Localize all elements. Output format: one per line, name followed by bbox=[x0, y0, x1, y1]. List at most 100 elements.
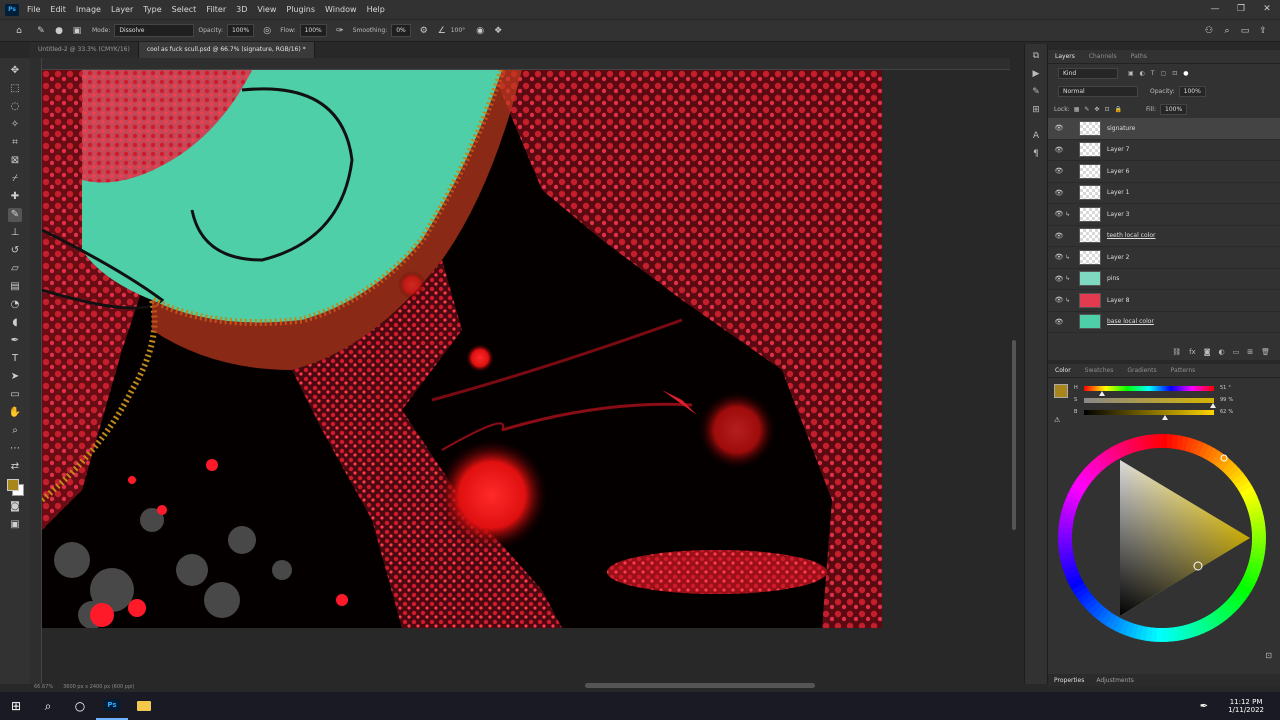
layer-row[interactable]: 👁 Layer 7 bbox=[1048, 140, 1280, 161]
brightness-slider[interactable] bbox=[1084, 409, 1214, 420]
crop-tool-icon[interactable]: ⌗ bbox=[8, 136, 22, 150]
layer-name[interactable]: Layer 8 bbox=[1107, 297, 1129, 304]
clone-source-icon[interactable]: ⊞ bbox=[1030, 104, 1042, 116]
menu-type[interactable]: Type bbox=[143, 5, 161, 14]
eye-icon[interactable]: 👁 bbox=[1053, 232, 1065, 240]
saturation-slider[interactable] bbox=[1084, 397, 1216, 408]
quick-select-tool-icon[interactable]: ✧ bbox=[8, 118, 22, 132]
frame-tool-icon[interactable]: ⊠ bbox=[8, 154, 22, 168]
tab-swatches[interactable]: Swatches bbox=[1078, 367, 1121, 374]
tab-properties[interactable]: Properties bbox=[1048, 677, 1090, 684]
healing-tool-icon[interactable]: ✚ bbox=[8, 190, 22, 204]
eye-icon[interactable]: 👁 bbox=[1053, 253, 1065, 261]
link-layers-icon[interactable]: ⛓ bbox=[1172, 348, 1181, 356]
trash-icon[interactable]: 🗑 bbox=[1261, 348, 1270, 356]
move-tool-icon[interactable]: ✥ bbox=[8, 64, 22, 78]
layer-row[interactable]: 👁 signature bbox=[1048, 118, 1280, 140]
close-icon[interactable]: ✕ bbox=[1254, 0, 1280, 19]
brush-preset-icon[interactable]: ● bbox=[54, 26, 64, 36]
menu-window[interactable]: Window bbox=[325, 5, 357, 14]
shape-tool-icon[interactable]: ▭ bbox=[8, 388, 22, 402]
pen-tool-icon[interactable]: ✒ bbox=[8, 334, 22, 348]
lock-artboard-icon[interactable]: ⊡ bbox=[1104, 106, 1109, 113]
filter-type-icon[interactable]: T bbox=[1151, 70, 1155, 77]
gradient-tool-icon[interactable]: ▤ bbox=[8, 280, 22, 294]
layer-name[interactable]: signature bbox=[1107, 125, 1135, 132]
stamp-tool-icon[interactable]: ⊥ bbox=[8, 226, 22, 240]
menu-filter[interactable]: Filter bbox=[206, 5, 226, 14]
expand-icon[interactable]: ⊡ bbox=[1265, 651, 1272, 660]
color-swatches[interactable] bbox=[6, 478, 24, 496]
blur-tool-icon[interactable]: ◔ bbox=[8, 298, 22, 312]
layer-name[interactable]: teeth local color bbox=[1107, 232, 1155, 239]
search-icon[interactable]: ⌕ bbox=[1222, 26, 1232, 36]
quick-mask-icon[interactable]: ◙ bbox=[8, 500, 22, 514]
filter-pixel-icon[interactable]: ▣ bbox=[1128, 70, 1134, 77]
menu-file[interactable]: File bbox=[27, 5, 40, 14]
zoom-tool-icon[interactable]: ⌕ bbox=[8, 424, 22, 438]
eye-icon[interactable]: 👁 bbox=[1053, 189, 1065, 197]
mask-icon[interactable]: ◙ bbox=[1204, 348, 1211, 356]
adjustment-layer-icon[interactable]: ◐ bbox=[1219, 348, 1225, 356]
home-icon[interactable]: ⌂ bbox=[14, 26, 24, 36]
blend-mode-select[interactable]: Normal bbox=[1058, 85, 1138, 97]
eye-icon[interactable]: 👁 bbox=[1053, 210, 1065, 218]
pen-tray-icon[interactable]: ✒ bbox=[1188, 692, 1220, 720]
menu-help[interactable]: Help bbox=[367, 5, 385, 14]
workspace-icon[interactable]: ▭ bbox=[1240, 26, 1250, 36]
layer-name[interactable]: pins bbox=[1107, 275, 1119, 282]
layer-row[interactable]: 👁 ↳ Layer 2 bbox=[1048, 247, 1280, 269]
more-tools-icon[interactable]: ⋯ bbox=[8, 442, 22, 456]
path-select-tool-icon[interactable]: ➤ bbox=[8, 370, 22, 384]
paragraph-icon[interactable]: ¶ bbox=[1030, 148, 1042, 160]
filter-toggle-icon[interactable]: ● bbox=[1183, 70, 1188, 77]
tab-patterns[interactable]: Patterns bbox=[1164, 367, 1203, 374]
slider-value[interactable]: 99 bbox=[1220, 397, 1226, 403]
eye-icon[interactable]: 👁 bbox=[1053, 318, 1065, 326]
share-upload-icon[interactable]: ⇪ bbox=[1258, 26, 1268, 36]
minimize-icon[interactable]: — bbox=[1202, 0, 1228, 19]
artwork-canvas[interactable] bbox=[42, 70, 882, 628]
swap-colors-icon[interactable]: ⇄ bbox=[8, 460, 22, 474]
task-view-icon[interactable]: ○ bbox=[64, 692, 96, 720]
layer-name[interactable]: Layer 1 bbox=[1107, 189, 1129, 196]
screen-mode-icon[interactable]: ▣ bbox=[8, 518, 22, 532]
brush-settings-icon[interactable]: ▣ bbox=[72, 26, 82, 36]
system-clock[interactable]: 11:12 PM 1/11/2022 bbox=[1228, 692, 1264, 720]
menu-plugins[interactable]: Plugins bbox=[286, 5, 315, 14]
flow-input[interactable]: 100% bbox=[299, 24, 327, 37]
filter-adjustment-icon[interactable]: ◐ bbox=[1140, 70, 1145, 77]
marquee-tool-icon[interactable]: ⬚ bbox=[8, 82, 22, 96]
dodge-tool-icon[interactable]: ◖ bbox=[8, 316, 22, 330]
eraser-tool-icon[interactable]: ▱ bbox=[8, 262, 22, 276]
layer-row[interactable]: 👁 Layer 1 bbox=[1048, 183, 1280, 204]
eye-icon[interactable]: 👁 bbox=[1053, 296, 1065, 304]
layer-name[interactable]: Layer 7 bbox=[1107, 146, 1129, 153]
smoothing-input[interactable]: 0% bbox=[391, 24, 411, 37]
type-tool-icon[interactable]: T bbox=[8, 352, 22, 366]
layer-name[interactable]: Layer 6 bbox=[1107, 168, 1129, 175]
layer-name[interactable]: base local color bbox=[1107, 318, 1154, 325]
menu-select[interactable]: Select bbox=[172, 5, 197, 14]
layer-opacity-input[interactable]: 100% bbox=[1178, 85, 1206, 97]
vertical-scrollbar[interactable] bbox=[1012, 340, 1016, 530]
tab-paths[interactable]: Paths bbox=[1124, 53, 1154, 60]
tab-untitled-2[interactable]: Untitled-2 @ 33.3% (CMYK/16) bbox=[30, 42, 139, 58]
pressure-opacity-icon[interactable]: ◎ bbox=[262, 26, 272, 36]
actions-icon[interactable]: ▶ bbox=[1030, 68, 1042, 80]
lasso-tool-icon[interactable]: ◌ bbox=[8, 100, 22, 114]
brush-tool-icon[interactable]: ✎ bbox=[36, 26, 46, 36]
new-layer-icon[interactable]: ⊞ bbox=[1247, 348, 1253, 356]
kind-filter-select[interactable]: Kind bbox=[1058, 67, 1118, 79]
windows-start-icon[interactable]: ⊞ bbox=[0, 692, 32, 720]
symmetry-icon[interactable]: ❖ bbox=[493, 26, 503, 36]
search-icon[interactable]: ⌕ bbox=[32, 692, 64, 720]
brush-settings-panel-icon[interactable]: ✎ bbox=[1030, 86, 1042, 98]
menu-layer[interactable]: Layer bbox=[111, 5, 133, 14]
restore-icon[interactable]: ❐ bbox=[1228, 0, 1254, 19]
character-icon[interactable]: A bbox=[1030, 130, 1042, 142]
mode-select[interactable]: Dissolve bbox=[114, 24, 195, 37]
eye-icon[interactable]: 👁 bbox=[1053, 124, 1065, 132]
layer-row[interactable]: 👁 ↳ Layer 3 bbox=[1048, 204, 1280, 226]
eye-icon[interactable]: 👁 bbox=[1053, 146, 1065, 154]
